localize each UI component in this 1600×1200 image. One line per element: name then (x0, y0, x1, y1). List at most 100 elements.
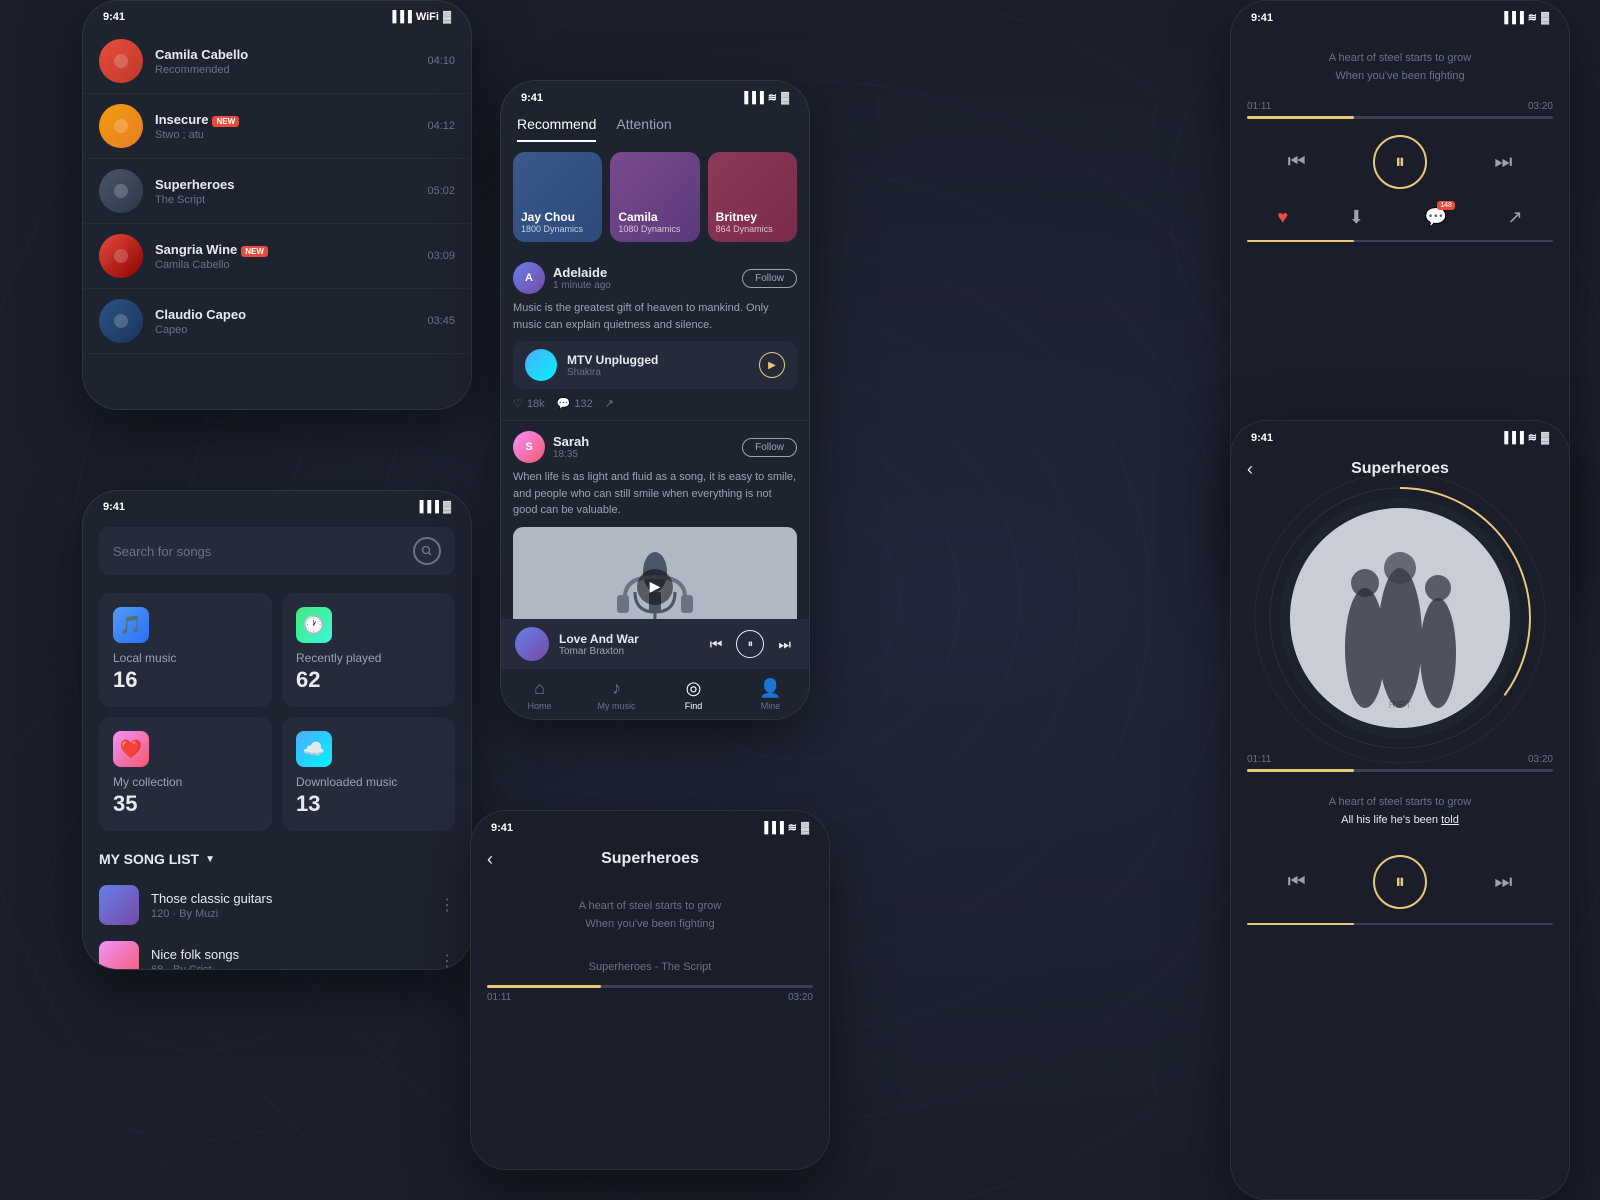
share-action-1[interactable]: ↗ (605, 397, 614, 410)
song-item-4[interactable]: Sangria WineNEW Camila Cabello 03:09 (83, 224, 471, 289)
phone-song-list: 9:41 ▐▐▐ WiFi ▓ Camila Cabello Recommend… (82, 0, 472, 410)
playlist-info-2: Nice folk songs 68 · By Crist (151, 947, 427, 971)
play-button-mtv[interactable]: ▶ (759, 352, 785, 378)
playlist-item-1[interactable]: Those classic guitars 120 · By Muzi ⋮ (83, 877, 471, 933)
playlist-thumb-2 (99, 941, 139, 970)
song-item-2[interactable]: InsecureNEW Stwo ; atu 04:12 (83, 94, 471, 159)
lyric-line-1: A heart of steel starts to grow (1247, 50, 1553, 68)
status-bar-search: 9:41 ▐▐▐ ▓ (83, 491, 471, 519)
library-card-collection[interactable]: ❤️ My collection 35 (99, 717, 272, 831)
song-duration-2: 04:12 (427, 120, 455, 132)
follow-button-2[interactable]: Follow (742, 438, 797, 457)
progress-track-bottom-1[interactable] (1247, 240, 1553, 242)
search-input[interactable]: Search for songs (113, 544, 405, 559)
song-item-1[interactable]: Camila Cabello Recommended 04:10 (83, 29, 471, 94)
status-time-feed: 9:41 (521, 92, 543, 104)
progress-track-3[interactable] (487, 985, 813, 988)
mini-player[interactable]: Love And War Tomar Braxton ⏮ ⏸ ⏭ (501, 619, 809, 669)
song-item-3[interactable]: Superheroes The Script 05:02 (83, 159, 471, 224)
mini-next-button[interactable]: ⏭ (774, 632, 795, 657)
nav-mine[interactable]: 👤 Mine (732, 672, 809, 717)
playlist-name-2: Nice folk songs (151, 947, 427, 962)
music-icon: ♪ (612, 678, 621, 699)
playlist-meta-1: 120 · By Muzi (151, 908, 427, 920)
np-progress-1: 01:11 03:20 (1231, 95, 1569, 125)
status-time-np1: 9:41 (1251, 12, 1273, 24)
library-card-recent[interactable]: 🕐 Recently played 62 (282, 593, 455, 707)
progress-track-2[interactable] (1247, 769, 1553, 772)
back-button-3[interactable]: ‹ (487, 849, 493, 870)
battery-icon-s: ▓ (443, 501, 451, 513)
post-author-name-2: Sarah (553, 434, 589, 449)
play-pause-button-1[interactable]: ⏸ (1373, 135, 1427, 189)
prev-button-2[interactable]: ⏮ (1282, 865, 1312, 900)
post-time-1: 1 minute ago (553, 280, 611, 291)
status-icons-np2: ▐▐▐ ≋ ▓ (1500, 431, 1549, 444)
download-button-1[interactable]: ⬇ (1345, 203, 1368, 232)
library-card-local[interactable]: 🎵 Local music 16 (99, 593, 272, 707)
rec-card-jay[interactable]: Jay Chou 1800 Dynamics (513, 152, 602, 242)
tab-recommend[interactable]: Recommend (517, 116, 596, 142)
music-avatar-mtv (525, 349, 557, 381)
status-bar-feed: 9:41 ▐▐▐ ≋ ▓ (501, 81, 809, 110)
next-button-1[interactable]: ⏭ (1488, 145, 1518, 180)
song-title-2: InsecureNEW (155, 112, 415, 127)
rec-card-camila[interactable]: Camila 1080 Dynamics (610, 152, 699, 242)
nav-home[interactable]: ⌂ Home (501, 672, 578, 717)
search-bar[interactable]: Search for songs (99, 527, 455, 575)
playlist-thumb-1 (99, 885, 139, 925)
song-duration-3: 05:02 (427, 185, 455, 197)
progress-track-1[interactable] (1247, 116, 1553, 119)
prev-button-1[interactable]: ⏮ (1282, 145, 1312, 180)
rec-card-britney[interactable]: Britney 864 Dynamics (708, 152, 797, 242)
status-time: 9:41 (103, 11, 125, 23)
card-label-downloaded: Downloaded music (296, 775, 441, 789)
post-play-button-2[interactable]: ▶ (637, 569, 673, 605)
mini-prev-button[interactable]: ⏮ (706, 632, 727, 657)
like-action-1[interactable]: ♡ 18k (513, 397, 545, 410)
song-duration-4: 03:09 (427, 250, 455, 262)
song-item-5[interactable]: Claudio Capeo Capeo 03:45 (83, 289, 471, 354)
song-avatar-3 (99, 169, 143, 213)
disc-rings-2 (1250, 468, 1550, 768)
search-circle-icon[interactable] (413, 537, 441, 565)
music-card-mini-1[interactable]: MTV Unplugged Shakira ▶ (513, 341, 797, 389)
card-icon-recent: 🕐 (296, 607, 332, 643)
song-avatar-2 (99, 104, 143, 148)
comment-button-1[interactable]: 💬 148 (1420, 203, 1450, 232)
share-icon-1: ↗ (605, 397, 614, 410)
nav-find[interactable]: ◎ Find (655, 672, 732, 717)
song-artist-3: The Script (155, 194, 415, 206)
my-song-list-label: MY SONG LIST (99, 851, 199, 867)
play-pause-button-2[interactable]: ⏸ (1373, 855, 1427, 909)
song-info-4: Sangria WineNEW Camila Cabello (155, 242, 415, 271)
library-card-downloaded[interactable]: ☁️ Downloaded music 13 (282, 717, 455, 831)
playlist-menu-2[interactable]: ⋮ (439, 951, 455, 970)
post-avatar-1: A (513, 262, 545, 294)
mini-player-artist: Tomar Braxton (559, 646, 696, 657)
tab-attention[interactable]: Attention (616, 116, 671, 142)
share-button-1[interactable]: ↗ (1504, 203, 1527, 232)
post-author-name-1: Adelaide (553, 265, 611, 280)
np-lyrics-top: A heart of steel starts to grow When you… (1231, 30, 1569, 95)
next-button-2[interactable]: ⏭ (1488, 865, 1518, 900)
my-song-list-header[interactable]: MY SONG LIST ▼ (83, 841, 471, 877)
comment-action-1[interactable]: 💬 132 (557, 397, 593, 410)
progress-times-3: 01:11 03:20 (487, 992, 813, 1003)
social-post-1: A Adelaide 1 minute ago Follow Music is … (501, 252, 809, 421)
card-count-downloaded: 13 (296, 791, 441, 817)
post-text-1: Music is the greatest gift of heaven to … (513, 300, 797, 333)
progress-track-bottom-2[interactable] (1247, 923, 1553, 925)
follow-button-1[interactable]: Follow (742, 269, 797, 288)
post-header-2: S Sarah 18:35 Follow (513, 431, 797, 463)
nav-mymusic[interactable]: ♪ My music (578, 672, 655, 717)
playlist-menu-1[interactable]: ⋮ (439, 895, 455, 915)
chevron-down-icon: ▼ (205, 854, 215, 865)
mini-play-button[interactable]: ⏸ (736, 630, 764, 658)
playlist-item-2[interactable]: Nice folk songs 68 · By Crist ⋮ (83, 933, 471, 970)
song-artist-4: Camila Cabello (155, 259, 415, 271)
status-icons-search: ▐▐▐ ▓ (416, 501, 451, 513)
progress-fill-1 (1247, 116, 1354, 119)
like-button-1[interactable]: ♥ (1273, 203, 1292, 232)
lyric-3-1: A heart of steel starts to grow (487, 898, 813, 916)
